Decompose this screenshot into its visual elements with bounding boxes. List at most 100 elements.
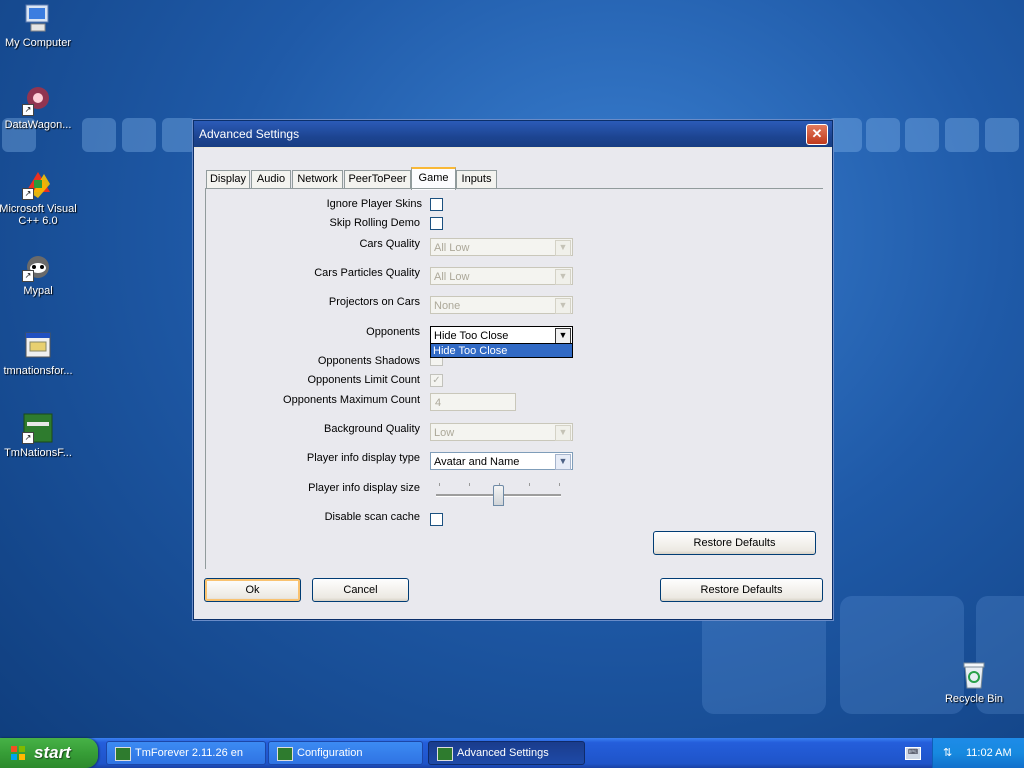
slider-tick bbox=[439, 483, 440, 486]
desktop-icon-tmnationsf[interactable]: ↗ TmNationsF... bbox=[0, 412, 78, 459]
dialog-title: Advanced Settings bbox=[199, 127, 300, 141]
player-info-display-size-label: Player info display size bbox=[308, 482, 420, 494]
cancel-button[interactable]: Cancel bbox=[312, 578, 409, 602]
opponents-label: Opponents bbox=[366, 326, 420, 338]
tab-inputs[interactable]: Inputs bbox=[456, 170, 497, 188]
visual-cpp-icon: ↗ bbox=[22, 168, 54, 200]
projectors-on-cars-select[interactable]: None ▼ bbox=[430, 296, 573, 314]
desktop-icon-visual-cpp[interactable]: ↗ Microsoft Visual C++ 6.0 bbox=[0, 168, 78, 227]
shortcut-arrow-icon: ↗ bbox=[22, 188, 34, 200]
tab-label: Display bbox=[209, 173, 247, 185]
tab-label: Audio bbox=[256, 173, 286, 185]
keyboard-icon[interactable]: ⌨ bbox=[905, 747, 921, 760]
cars-quality-select[interactable]: All Low ▼ bbox=[430, 238, 573, 256]
desktop-deco bbox=[82, 118, 116, 152]
desktop-icon-my-computer[interactable]: My Computer bbox=[0, 2, 78, 49]
opponents-shadows-checkbox[interactable] bbox=[430, 358, 443, 366]
background-quality-select[interactable]: Low ▼ bbox=[430, 423, 573, 441]
desktop-icon-label: TmNationsF... bbox=[4, 447, 72, 459]
shortcut-arrow-icon: ↗ bbox=[22, 104, 34, 116]
disable-scan-cache-checkbox[interactable] bbox=[430, 513, 443, 526]
skip-rolling-demo-checkbox[interactable] bbox=[430, 217, 443, 230]
advanced-settings-icon bbox=[437, 747, 453, 761]
tab-game[interactable]: Game bbox=[411, 167, 456, 190]
opponents-dropdown-option[interactable]: Hide Too Close bbox=[430, 343, 573, 358]
player-info-display-type-select[interactable]: Avatar and Name ▼ bbox=[430, 452, 573, 470]
start-label: start bbox=[34, 743, 71, 762]
panel-restore-defaults-button[interactable]: Restore Defaults bbox=[653, 531, 816, 555]
slider-tick bbox=[559, 483, 560, 486]
opponents-value: Hide Too Close bbox=[434, 330, 509, 342]
tmforever-icon bbox=[115, 747, 131, 761]
taskbar-item-advanced-settings[interactable]: Advanced Settings bbox=[428, 741, 585, 765]
dialog-titlebar[interactable]: Advanced Settings ✕ bbox=[194, 121, 832, 147]
opponents-limit-count-checkbox[interactable]: ✓ bbox=[430, 374, 443, 387]
button-label: Restore Defaults bbox=[693, 537, 776, 549]
desktop-icon-datawagon[interactable]: ↗ DataWagon... bbox=[0, 84, 78, 131]
tab-peertopeer[interactable]: PeerToPeer bbox=[344, 170, 411, 188]
chevron-down-icon: ▼ bbox=[555, 298, 571, 314]
desktop-icon-label: My Computer bbox=[4, 37, 72, 49]
datawagon-icon: ↗ bbox=[22, 84, 54, 116]
cars-quality-label: Cars Quality bbox=[359, 238, 420, 250]
desktop-icon-label: Recycle Bin bbox=[944, 693, 1004, 705]
close-button[interactable]: ✕ bbox=[806, 124, 828, 145]
background-quality-value: Low bbox=[434, 427, 455, 439]
player-info-display-type-label: Player info display type bbox=[306, 452, 420, 464]
opponents-select[interactable]: Hide Too Close ▼ bbox=[430, 326, 573, 344]
cars-particles-quality-label: Cars Particles Quality bbox=[314, 267, 420, 279]
task-label: TmForever 2.11.26 en bbox=[135, 747, 244, 759]
tab-audio[interactable]: Audio bbox=[251, 170, 291, 188]
desktop-icon-mypal[interactable]: ↗ Mypal bbox=[0, 250, 78, 297]
dropdown-option-label: Hide Too Close bbox=[433, 345, 508, 357]
chevron-down-icon: ▼ bbox=[555, 240, 571, 256]
taskbar-item-configuration[interactable]: Configuration bbox=[268, 741, 423, 765]
desktop-deco bbox=[162, 118, 196, 152]
chevron-down-icon: ▼ bbox=[555, 328, 571, 344]
task-label: Configuration bbox=[297, 747, 363, 759]
taskbar: start TmForever 2.11.26 en Configuration… bbox=[0, 738, 1024, 768]
computer-icon bbox=[22, 2, 54, 34]
tmnations-icon: ↗ bbox=[22, 412, 54, 444]
desktop-deco bbox=[985, 118, 1019, 152]
desktop-icon-tmnationsfor[interactable]: tmnationsfor... bbox=[0, 330, 78, 377]
opponents-limit-count-label: Opponents Limit Count bbox=[307, 374, 420, 386]
tab-label: Network bbox=[297, 173, 338, 185]
tab-network[interactable]: Network bbox=[292, 170, 343, 188]
close-icon: ✕ bbox=[811, 126, 823, 141]
desktop-icon-label: tmnationsfor... bbox=[3, 365, 73, 377]
task-label: Advanced Settings bbox=[457, 747, 549, 759]
player-info-display-type-value: Avatar and Name bbox=[434, 456, 520, 468]
desktop-deco bbox=[945, 118, 979, 152]
cars-particles-quality-value: All Low bbox=[434, 271, 470, 283]
tab-display[interactable]: Display bbox=[206, 170, 250, 188]
shortcut-arrow-icon: ↗ bbox=[22, 432, 34, 444]
desktop-icon-recycle-bin[interactable]: Recycle Bin bbox=[934, 658, 1014, 705]
restore-defaults-button[interactable]: Restore Defaults bbox=[660, 578, 823, 602]
installer-icon bbox=[22, 330, 54, 362]
slider-tick bbox=[529, 483, 530, 486]
windows-flag-icon bbox=[11, 746, 25, 760]
cars-particles-quality-select[interactable]: All Low ▼ bbox=[430, 267, 573, 285]
shortcut-arrow-icon: ↗ bbox=[22, 270, 34, 282]
chevron-down-icon: ▼ bbox=[555, 454, 571, 470]
taskbar-item-tmforever[interactable]: TmForever 2.11.26 en bbox=[106, 741, 266, 765]
configuration-icon bbox=[277, 747, 293, 761]
button-label: Restore Defaults bbox=[700, 584, 783, 596]
opponents-maximum-count-value: 4 bbox=[435, 397, 442, 409]
network-icon[interactable]: ⇅ bbox=[943, 738, 952, 768]
disable-scan-cache-label: Disable scan cache bbox=[324, 511, 420, 523]
button-label: Ok bbox=[245, 584, 260, 596]
desktop-icon-label: DataWagon... bbox=[4, 119, 72, 131]
ignore-player-skins-checkbox[interactable] bbox=[430, 198, 443, 211]
desktop-deco bbox=[122, 118, 156, 152]
recycle-bin-icon bbox=[958, 658, 990, 690]
desktop-icon-label: Mypal bbox=[23, 285, 53, 297]
clock[interactable]: 11:02 AM bbox=[966, 738, 1012, 768]
projectors-on-cars-label: Projectors on Cars bbox=[328, 296, 420, 308]
start-button[interactable]: start bbox=[0, 738, 98, 768]
player-info-display-size-slider-thumb[interactable] bbox=[493, 485, 504, 506]
desktop-icon-label: Microsoft Visual C++ 6.0 bbox=[0, 203, 77, 227]
opponents-maximum-count-field[interactable]: 4 bbox=[430, 393, 516, 411]
ok-button[interactable]: Ok bbox=[204, 578, 301, 602]
